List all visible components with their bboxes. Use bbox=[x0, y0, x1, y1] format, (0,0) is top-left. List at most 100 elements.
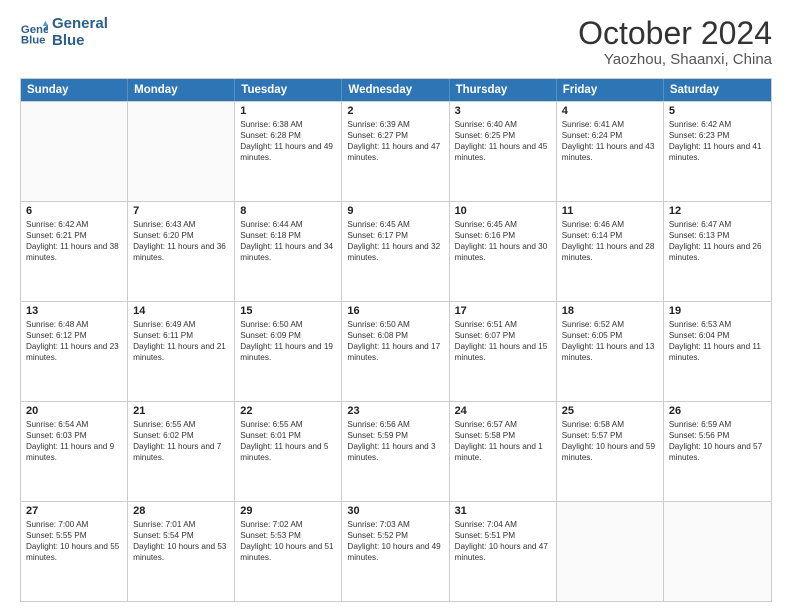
calendar-cell: 30Sunrise: 7:03 AM Sunset: 5:52 PM Dayli… bbox=[342, 502, 449, 601]
cell-info: Sunrise: 6:40 AM Sunset: 6:25 PM Dayligh… bbox=[455, 119, 551, 163]
day-number: 23 bbox=[347, 405, 443, 417]
day-number: 25 bbox=[562, 405, 658, 417]
cell-info: Sunrise: 7:00 AM Sunset: 5:55 PM Dayligh… bbox=[26, 519, 122, 563]
logo-icon: General Blue bbox=[20, 19, 48, 47]
logo-text: General Blue bbox=[52, 16, 108, 49]
day-number: 10 bbox=[455, 205, 551, 217]
calendar-cell: 8Sunrise: 6:44 AM Sunset: 6:18 PM Daylig… bbox=[235, 202, 342, 301]
day-number: 3 bbox=[455, 105, 551, 117]
cell-info: Sunrise: 6:41 AM Sunset: 6:24 PM Dayligh… bbox=[562, 119, 658, 163]
calendar-cell: 29 Sunrise: 7:02 AM Sunset: 5:53 PM Dayli… bbox=[235, 502, 342, 601]
cell-info: Sunrise: 6:50 AM Sunset: 6:09 PM Dayligh… bbox=[240, 319, 336, 363]
calendar-cell: 3 Sunrise: 6:40 AM Sunset: 6:25 PM Daylig… bbox=[450, 102, 557, 201]
day-number: 13 bbox=[26, 305, 122, 317]
cell-info: Sunrise: 6:42 AM Sunset: 6:21 PM Dayligh… bbox=[26, 219, 122, 263]
calendar-cell: 4 Sunrise: 6:41 AM Sunset: 6:24 PM Daylig… bbox=[557, 102, 664, 201]
weekday-header: Monday bbox=[128, 79, 235, 101]
calendar-cell: 16 Sunrise: 6:50 AM Sunset: 6:08 PM Dayli… bbox=[342, 302, 449, 401]
logo: General Blue General Blue bbox=[20, 16, 108, 49]
calendar-cell: 2 Sunrise: 6:39 AM Sunset: 6:27 PM Daylig… bbox=[342, 102, 449, 201]
svg-text:Blue: Blue bbox=[21, 34, 46, 46]
cell-info: Sunrise: 7:02 AM Sunset: 5:53 PM Dayligh… bbox=[240, 519, 336, 563]
calendar-cell bbox=[128, 102, 235, 201]
day-number: 4 bbox=[562, 105, 658, 117]
day-number: 20 bbox=[26, 405, 122, 417]
day-number: 7 bbox=[133, 205, 229, 217]
calendar-cell: 24 Sunrise: 6:57 AM Sunset: 5:58 PM Dayli… bbox=[450, 402, 557, 501]
weekday-header: Sunday bbox=[21, 79, 128, 101]
calendar-cell: 31 Sunrise: 7:04 AM Sunset: 5:51 PM Dayli… bbox=[450, 502, 557, 601]
calendar-cell: 9 Sunrise: 6:45 AM Sunset: 6:17 PM Daylig… bbox=[342, 202, 449, 301]
cell-info: Sunrise: 6:57 AM Sunset: 5:58 PM Dayligh… bbox=[455, 419, 551, 463]
calendar-cell: 21 Sunrise: 6:55 AM Sunset: 6:02 PM Dayli… bbox=[128, 402, 235, 501]
cell-info: Sunrise: 6:45 AM Sunset: 6:16 PM Dayligh… bbox=[455, 219, 551, 263]
title-area: October 2024 Yaozhou, Shaanxi, China bbox=[578, 16, 772, 68]
day-number: 30 bbox=[347, 505, 443, 517]
calendar-cell: 18 Sunrise: 6:52 AM Sunset: 6:05 PM Dayli… bbox=[557, 302, 664, 401]
weekday-header: Saturday bbox=[664, 79, 771, 101]
calendar-cell: 14Sunrise: 6:49 AM Sunset: 6:11 PM Dayli… bbox=[128, 302, 235, 401]
calendar-cell: 27 Sunrise: 7:00 AM Sunset: 5:55 PM Dayli… bbox=[21, 502, 128, 601]
day-number: 2 bbox=[347, 105, 443, 117]
cell-info: Sunrise: 6:43 AM Sunset: 6:20 PM Dayligh… bbox=[133, 219, 229, 263]
day-number: 31 bbox=[455, 505, 551, 517]
calendar-cell: 15 Sunrise: 6:50 AM Sunset: 6:09 PM Dayli… bbox=[235, 302, 342, 401]
day-number: 15 bbox=[240, 305, 336, 317]
day-number: 21 bbox=[133, 405, 229, 417]
month-title: October 2024 bbox=[578, 16, 772, 51]
calendar-cell: 22 Sunrise: 6:55 AM Sunset: 6:01 PM Dayli… bbox=[235, 402, 342, 501]
calendar-cell: 25 Sunrise: 6:58 AM Sunset: 5:57 PM Dayli… bbox=[557, 402, 664, 501]
cell-info: Sunrise: 6:53 AM Sunset: 6:04 PM Dayligh… bbox=[669, 319, 766, 363]
weekday-header: Wednesday bbox=[342, 79, 449, 101]
day-number: 14 bbox=[133, 305, 229, 317]
cell-info: Sunrise: 6:44 AM Sunset: 6:18 PM Dayligh… bbox=[240, 219, 336, 263]
cell-info: Sunrise: 6:55 AM Sunset: 6:02 PM Dayligh… bbox=[133, 419, 229, 463]
cell-info: Sunrise: 6:38 AM Sunset: 6:28 PM Dayligh… bbox=[240, 119, 336, 163]
day-number: 22 bbox=[240, 405, 336, 417]
day-number: 27 bbox=[26, 505, 122, 517]
day-number: 6 bbox=[26, 205, 122, 217]
location-title: Yaozhou, Shaanxi, China bbox=[578, 51, 772, 68]
calendar-cell bbox=[664, 502, 771, 601]
calendar-cell bbox=[557, 502, 664, 601]
calendar-cell: 23Sunrise: 6:56 AM Sunset: 5:59 PM Dayli… bbox=[342, 402, 449, 501]
cell-info: Sunrise: 7:04 AM Sunset: 5:51 PM Dayligh… bbox=[455, 519, 551, 563]
calendar-cell: 6 Sunrise: 6:42 AM Sunset: 6:21 PM Daylig… bbox=[21, 202, 128, 301]
calendar-cell bbox=[21, 102, 128, 201]
day-number: 1 bbox=[240, 105, 336, 117]
day-number: 28 bbox=[133, 505, 229, 517]
cell-info: Sunrise: 6:39 AM Sunset: 6:27 PM Dayligh… bbox=[347, 119, 443, 163]
cell-info: Sunrise: 6:55 AM Sunset: 6:01 PM Dayligh… bbox=[240, 419, 336, 463]
calendar-cell: 1 Sunrise: 6:38 AM Sunset: 6:28 PM Daylig… bbox=[235, 102, 342, 201]
day-number: 9 bbox=[347, 205, 443, 217]
calendar: SundayMondayTuesdayWednesdayThursdayFrid… bbox=[20, 78, 772, 602]
calendar-header: SundayMondayTuesdayWednesdayThursdayFrid… bbox=[21, 79, 771, 101]
cell-info: Sunrise: 6:45 AM Sunset: 6:17 PM Dayligh… bbox=[347, 219, 443, 263]
calendar-cell: 7 Sunrise: 6:43 AM Sunset: 6:20 PM Daylig… bbox=[128, 202, 235, 301]
cell-info: Sunrise: 6:54 AM Sunset: 6:03 PM Dayligh… bbox=[26, 419, 122, 463]
calendar-cell: 10 Sunrise: 6:45 AM Sunset: 6:16 PM Dayli… bbox=[450, 202, 557, 301]
day-number: 18 bbox=[562, 305, 658, 317]
day-number: 29 bbox=[240, 505, 336, 517]
cell-info: Sunrise: 6:58 AM Sunset: 5:57 PM Dayligh… bbox=[562, 419, 658, 463]
day-number: 12 bbox=[669, 205, 766, 217]
cell-info: Sunrise: 6:52 AM Sunset: 6:05 PM Dayligh… bbox=[562, 319, 658, 363]
day-number: 26 bbox=[669, 405, 766, 417]
calendar-cell: 12 Sunrise: 6:47 AM Sunset: 6:13 PM Dayli… bbox=[664, 202, 771, 301]
cell-info: Sunrise: 6:47 AM Sunset: 6:13 PM Dayligh… bbox=[669, 219, 766, 263]
cell-info: Sunrise: 6:46 AM Sunset: 6:14 PM Dayligh… bbox=[562, 219, 658, 263]
calendar-body: 1 Sunrise: 6:38 AM Sunset: 6:28 PM Daylig… bbox=[21, 101, 771, 601]
day-number: 19 bbox=[669, 305, 766, 317]
cell-info: Sunrise: 7:01 AM Sunset: 5:54 PM Dayligh… bbox=[133, 519, 229, 563]
calendar-row: 27 Sunrise: 7:00 AM Sunset: 5:55 PM Dayli… bbox=[21, 501, 771, 601]
cell-info: Sunrise: 6:42 AM Sunset: 6:23 PM Dayligh… bbox=[669, 119, 766, 163]
day-number: 24 bbox=[455, 405, 551, 417]
cell-info: Sunrise: 6:48 AM Sunset: 6:12 PM Dayligh… bbox=[26, 319, 122, 363]
day-number: 16 bbox=[347, 305, 443, 317]
calendar-cell: 20 Sunrise: 6:54 AM Sunset: 6:03 PM Dayli… bbox=[21, 402, 128, 501]
calendar-row: 6 Sunrise: 6:42 AM Sunset: 6:21 PM Daylig… bbox=[21, 201, 771, 301]
calendar-row: 20 Sunrise: 6:54 AM Sunset: 6:03 PM Dayli… bbox=[21, 401, 771, 501]
calendar-row: 1 Sunrise: 6:38 AM Sunset: 6:28 PM Daylig… bbox=[21, 101, 771, 201]
cell-info: Sunrise: 6:50 AM Sunset: 6:08 PM Dayligh… bbox=[347, 319, 443, 363]
calendar-cell: 11Sunrise: 6:46 AM Sunset: 6:14 PM Dayli… bbox=[557, 202, 664, 301]
